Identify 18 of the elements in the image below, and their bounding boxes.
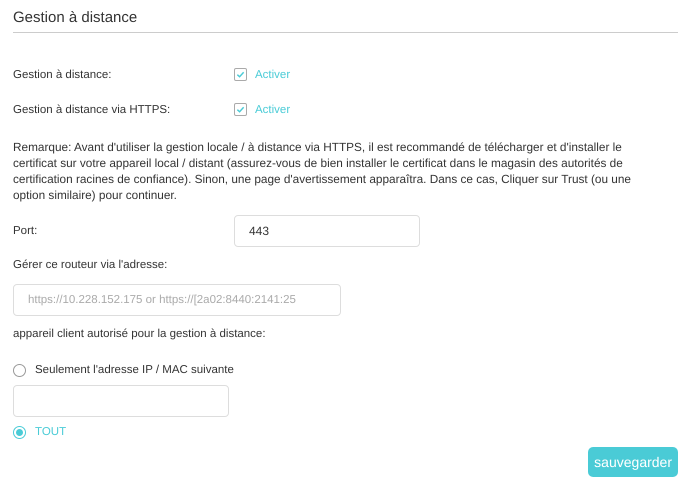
radio-button[interactable] xyxy=(13,426,26,438)
field-label: Gestion à distance: xyxy=(13,68,112,80)
checkbox-label: Activer xyxy=(255,104,290,116)
checkbox[interactable] xyxy=(234,103,247,116)
note-text: Remarque: Avant d'utiliser la gestion locale / à distance via HTTPS, il est recommandé de télécharger et d'installer le certificat sur votre appareil local / distant (assurez-vous de bien installer le certificat dans le magasin des autorités de certification racines de confiance). Sinon, une page d'avertissement apparaîtra. Dans ce cas, Cliquer sur Trust (ou une option similaire) pour continuer. xyxy=(13,139,632,203)
field-label: Port: xyxy=(13,225,38,237)
save-button[interactable]: sauvegarder xyxy=(588,447,678,477)
port-field[interactable]: 443 xyxy=(234,215,420,247)
field-label: Gestion à distance via HTTPS: xyxy=(13,104,172,116)
ip-mac-field[interactable] xyxy=(13,385,229,417)
checkbox[interactable] xyxy=(234,68,247,81)
checkbox-label: Activer xyxy=(255,68,290,80)
section-title: Gestion à distance xyxy=(13,8,138,28)
field-label: Gérer ce routeur via l'adresse: xyxy=(13,259,168,273)
radio-label: TOUT xyxy=(35,426,66,438)
radio-label: Seulement l'adresse IP / MAC suivante xyxy=(35,364,234,376)
radio-button[interactable] xyxy=(13,364,26,376)
field-label: appareil client autorisé pour la gestion à distance: xyxy=(13,328,267,342)
